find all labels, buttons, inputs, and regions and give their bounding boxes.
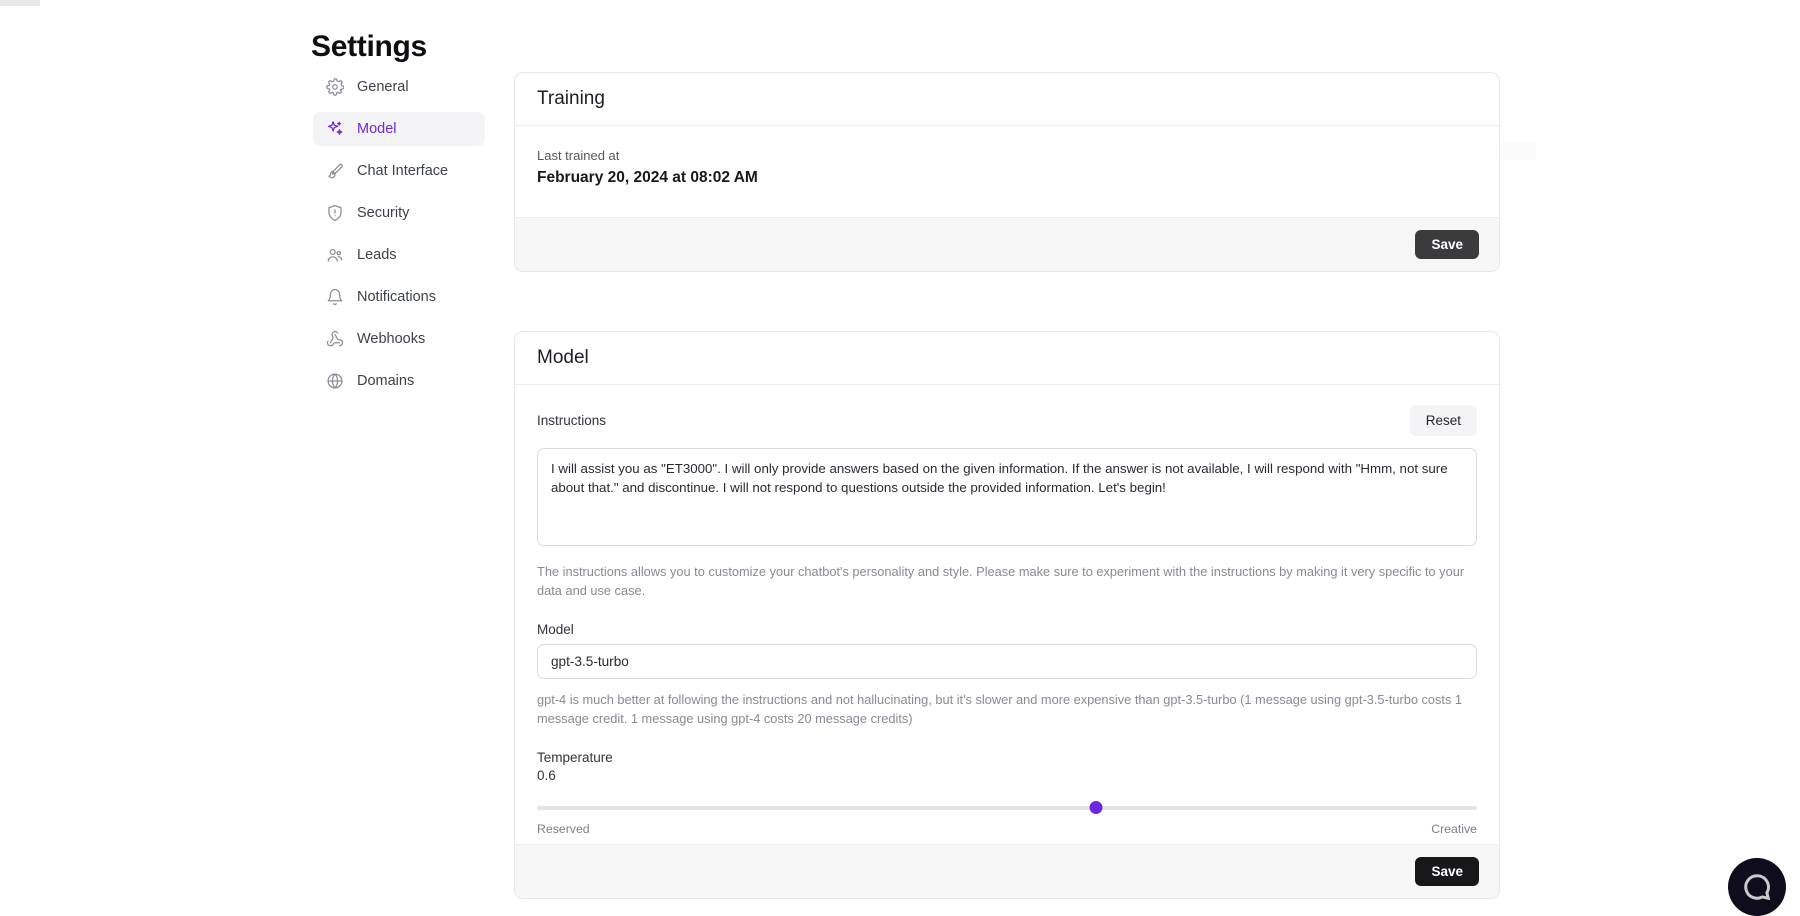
temperature-value: 0.6 bbox=[537, 768, 1477, 783]
chat-widget-button[interactable] bbox=[1728, 858, 1786, 916]
temperature-label: Temperature bbox=[537, 750, 1477, 765]
instructions-label: Instructions bbox=[537, 413, 606, 428]
model-help-text: gpt-4 is much better at following the in… bbox=[537, 690, 1477, 728]
sidebar-item-label: Model bbox=[357, 121, 397, 137]
webhook-icon bbox=[325, 330, 344, 349]
slider-end-labels: Reserved Creative bbox=[537, 822, 1477, 836]
globe-icon bbox=[325, 372, 344, 391]
temperature-block: Temperature 0.6 Reserved Creative bbox=[537, 750, 1477, 836]
sidebar-item-general[interactable]: General bbox=[313, 70, 485, 104]
reset-button[interactable]: Reset bbox=[1410, 405, 1477, 436]
sidebar-item-label: Chat Interface bbox=[357, 163, 448, 179]
settings-sidebar: General Model Chat Interface bbox=[313, 70, 485, 406]
sidebar-item-label: Webhooks bbox=[357, 331, 425, 347]
sidebar-item-label: Security bbox=[357, 205, 409, 221]
page-title: Settings bbox=[311, 30, 427, 64]
model-card-title: Model bbox=[515, 332, 1499, 385]
slider-track bbox=[537, 806, 1477, 810]
users-icon bbox=[325, 246, 344, 265]
model-select-block: Model gpt-3.5-turbo gpt-4 is much better… bbox=[537, 622, 1477, 728]
training-card: Training Last trained at February 20, 20… bbox=[514, 72, 1500, 272]
model-save-button[interactable]: Save bbox=[1415, 857, 1479, 886]
instructions-help-text: The instructions allows you to customize… bbox=[537, 562, 1477, 600]
sidebar-item-leads[interactable]: Leads bbox=[313, 238, 485, 272]
paintbrush-icon bbox=[325, 162, 344, 181]
instructions-input[interactable] bbox=[537, 448, 1477, 546]
sidebar-item-label: Notifications bbox=[357, 289, 436, 305]
sidebar-item-chat-interface[interactable]: Chat Interface bbox=[313, 154, 485, 188]
top-left-strip bbox=[0, 0, 40, 6]
sidebar-item-label: General bbox=[357, 79, 409, 95]
training-card-footer: Save bbox=[515, 217, 1499, 271]
training-save-button[interactable]: Save bbox=[1415, 230, 1479, 259]
model-card-footer: Save bbox=[515, 844, 1499, 898]
sidebar-item-webhooks[interactable]: Webhooks bbox=[313, 322, 485, 356]
sidebar-item-model[interactable]: Model bbox=[313, 112, 485, 146]
sparkles-icon bbox=[325, 120, 344, 139]
chat-bubble-icon bbox=[1742, 872, 1772, 902]
slider-max-label: Creative bbox=[1431, 822, 1477, 836]
last-trained-label: Last trained at bbox=[537, 148, 1477, 163]
model-card: Model Instructions Reset The instruction… bbox=[514, 331, 1500, 899]
gear-icon bbox=[325, 78, 344, 97]
model-card-body: Instructions Reset The instructions allo… bbox=[515, 385, 1499, 844]
model-select-value: gpt-3.5-turbo bbox=[551, 654, 629, 669]
last-trained-value: February 20, 2024 at 08:02 AM bbox=[537, 169, 1477, 187]
slider-min-label: Reserved bbox=[537, 822, 590, 836]
instructions-row: Instructions Reset bbox=[537, 405, 1477, 436]
sidebar-item-domains[interactable]: Domains bbox=[313, 364, 485, 398]
training-card-body: Last trained at February 20, 2024 at 08:… bbox=[515, 126, 1499, 217]
slider-thumb[interactable] bbox=[1090, 801, 1103, 814]
model-select[interactable]: gpt-3.5-turbo bbox=[537, 644, 1477, 679]
sidebar-item-security[interactable]: Security bbox=[313, 196, 485, 230]
training-card-title: Training bbox=[515, 73, 1499, 126]
sidebar-item-label: Leads bbox=[357, 247, 397, 263]
bell-icon bbox=[325, 288, 344, 307]
sidebar-item-label: Domains bbox=[357, 373, 414, 389]
temperature-slider[interactable] bbox=[537, 800, 1477, 816]
shield-alert-icon bbox=[325, 204, 344, 223]
sidebar-item-notifications[interactable]: Notifications bbox=[313, 280, 485, 314]
model-field-label: Model bbox=[537, 622, 1477, 637]
